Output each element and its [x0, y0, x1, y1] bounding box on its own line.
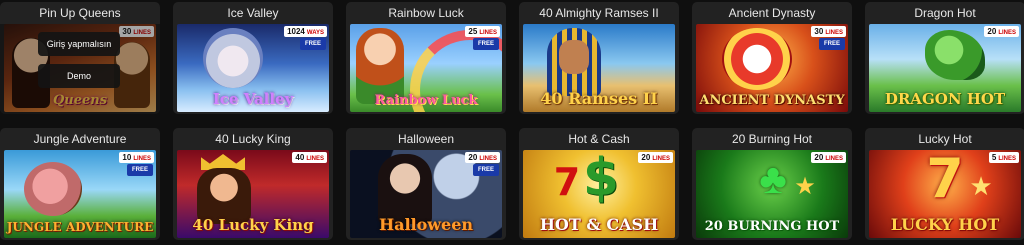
- game-thumbnail[interactable]: $ 7 20 LINES HOT & CASH: [523, 150, 675, 238]
- game-logo: 20 BURNING HOT: [704, 219, 840, 234]
- game-title: Jungle Adventure: [33, 132, 127, 146]
- game-logo: JUNGLE ADVENTURE: [6, 220, 154, 234]
- lines-badge: 20 LINES: [465, 152, 500, 163]
- vampire-figure: [378, 154, 432, 224]
- game-thumbnail[interactable]: 20 LINES DRAGON HOT: [869, 24, 1021, 112]
- game-logo: 40 Ramses II: [540, 89, 658, 108]
- game-logo: 40 Lucky King: [192, 216, 314, 234]
- ice-queen-figure: [203, 28, 263, 88]
- clover-icon: ♣: [759, 155, 787, 202]
- dragon-figure: [925, 30, 985, 80]
- game-card-40-lucky-king[interactable]: 40 Lucky King 40 LINES 40 Lucky King: [173, 128, 333, 240]
- game-grid: Pin Up Queens 30 LINES Queens Giriş yapma…: [0, 0, 1024, 245]
- game-logo: Rainbow Luck: [374, 93, 478, 108]
- lines-badge: 20 LINES: [638, 152, 673, 163]
- game-title: Lucky Hot: [918, 132, 972, 146]
- game-logo: DRAGON HOT: [884, 90, 1006, 108]
- free-spins-badge: FREE: [127, 164, 153, 176]
- game-title: Ice Valley: [227, 6, 279, 20]
- ways-badge: 1024 WAYS: [284, 26, 327, 37]
- game-thumbnail[interactable]: 30 LINES FREE ANCIENT DYNASTY: [696, 24, 848, 112]
- demo-button[interactable]: Demo: [38, 64, 120, 88]
- game-title: Halloween: [397, 132, 455, 146]
- pig-explorer-figure: [24, 162, 82, 216]
- dollar-sign-icon: $: [582, 150, 620, 208]
- seven-symbol-icon: 7: [553, 160, 581, 204]
- star-icon: ★: [794, 173, 816, 200]
- free-spins-badge: FREE: [473, 164, 499, 176]
- game-card-rainbow-luck[interactable]: Rainbow Luck 25 LINES FREE Rainbow Luck: [346, 2, 506, 114]
- game-thumbnail[interactable]: 40 Ramses II: [523, 24, 675, 112]
- game-title: Dragon Hot: [914, 6, 976, 20]
- game-title: Rainbow Luck: [388, 6, 464, 20]
- lines-badge: 10 LINES: [119, 152, 154, 163]
- game-title: Hot & Cash: [568, 132, 630, 146]
- game-logo: ANCIENT DYNASTY: [699, 93, 845, 108]
- hover-overlay: Giriş yapmalısın Demo: [0, 24, 160, 114]
- game-card-hot-cash[interactable]: Hot & Cash $ 7 20 LINES HOT & CASH: [519, 128, 679, 240]
- lines-badge: 30 LINES: [811, 26, 846, 37]
- game-card-20-burning-hot[interactable]: 20 Burning Hot ♣ ★ 20 LINES 20 BURNING HO…: [692, 128, 852, 240]
- free-spins-badge: FREE: [473, 38, 499, 50]
- pharaoh-face: [559, 40, 589, 74]
- game-thumbnail[interactable]: 1024 WAYS FREE Ice Valley: [177, 24, 329, 112]
- game-title: 40 Almighty Ramses II: [539, 6, 659, 20]
- game-thumbnail[interactable]: ♣ ★ 20 LINES 20 BURNING HOT: [696, 150, 848, 238]
- game-title: 40 Lucky King: [215, 132, 291, 146]
- lines-badge: 25 LINES: [465, 26, 500, 37]
- game-logo: HOT & CASH: [539, 215, 659, 234]
- game-thumbnail[interactable]: 40 LINES 40 Lucky King: [177, 150, 329, 238]
- game-card-pin-up-queens[interactable]: Pin Up Queens 30 LINES Queens Giriş yapma…: [0, 2, 160, 114]
- game-thumbnail[interactable]: 25 LINES FREE Rainbow Luck: [350, 24, 502, 112]
- lion-head-figure: [722, 28, 792, 90]
- game-thumbnail[interactable]: 20 LINES FREE Halloween: [350, 150, 502, 238]
- lines-badge: 20 LINES: [811, 152, 846, 163]
- game-card-jungle-adventure[interactable]: Jungle Adventure 10 LINES FREE JUNGLE ADV…: [0, 128, 160, 240]
- game-thumbnail[interactable]: 10 LINES FREE JUNGLE ADVENTURE: [4, 150, 156, 238]
- star-icon: ★: [969, 171, 993, 201]
- game-logo: Halloween: [378, 215, 474, 234]
- lines-badge: 40 LINES: [292, 152, 327, 163]
- game-logo: LUCKY HOT: [890, 215, 1000, 234]
- game-card-lucky-hot[interactable]: Lucky Hot 7 ★ 5 LINES LUCKY HOT: [865, 128, 1024, 240]
- game-card-ice-valley[interactable]: Ice Valley 1024 WAYS FREE Ice Valley: [173, 2, 333, 114]
- game-title: Ancient Dynasty: [728, 6, 816, 20]
- game-card-ancient-dynasty[interactable]: Ancient Dynasty 30 LINES FREE ANCIENT DYN…: [692, 2, 852, 114]
- seven-symbol-icon: 7: [926, 150, 964, 210]
- lines-badge: 20 LINES: [984, 26, 1019, 37]
- free-spins-badge: FREE: [819, 38, 845, 50]
- game-card-40-almighty-ramses-ii[interactable]: 40 Almighty Ramses II 40 Ramses II: [519, 2, 679, 114]
- game-card-halloween[interactable]: Halloween 20 LINES FREE Halloween: [346, 128, 506, 240]
- game-title: 20 Burning Hot: [731, 132, 813, 146]
- game-logo: Ice Valley: [212, 90, 294, 108]
- game-card-dragon-hot[interactable]: Dragon Hot 20 LINES DRAGON HOT: [865, 2, 1024, 114]
- game-thumbnail[interactable]: 7 ★ 5 LINES LUCKY HOT: [869, 150, 1021, 238]
- lines-badge: 5 LINES: [988, 152, 1019, 163]
- game-title: Pin Up Queens: [39, 6, 121, 20]
- free-spins-badge: FREE: [300, 38, 326, 50]
- login-required-button[interactable]: Giriş yapmalısın: [38, 32, 120, 56]
